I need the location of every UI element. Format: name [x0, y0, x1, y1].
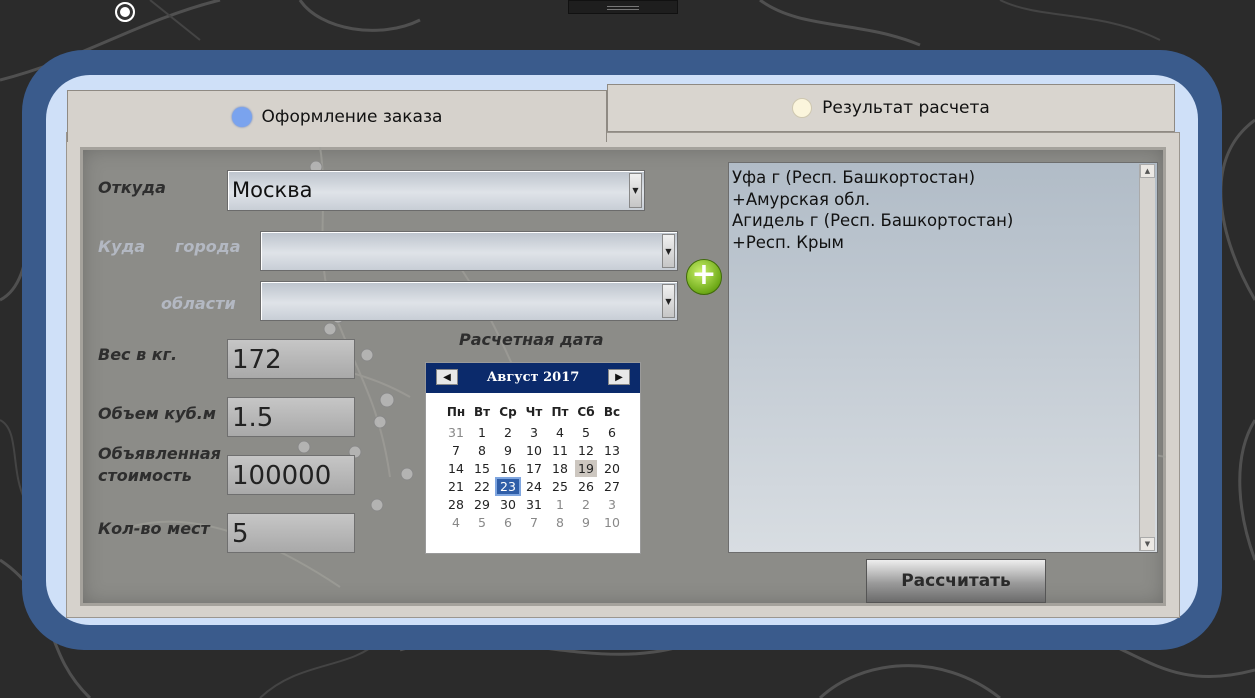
list-item[interactable]: Агидель г (Респ. Башкортостан)	[732, 210, 1137, 232]
calendar-day[interactable]: 13	[599, 441, 625, 459]
calendar-day[interactable]: 21	[443, 477, 469, 495]
calendar-day[interactable]: 16	[495, 459, 521, 477]
tab-result[interactable]: Результат расчета	[607, 84, 1175, 132]
list-scrollbar[interactable]: ▲ ▼	[1139, 164, 1155, 551]
weight-input[interactable]: 172	[227, 339, 355, 379]
calendar-day[interactable]: 2	[495, 423, 521, 441]
tab-result-label: Результат расчета	[822, 98, 990, 118]
declared-value-label-line1: Объявленная	[98, 444, 221, 463]
list-item[interactable]: +Амурская обл.	[732, 189, 1137, 211]
from-select[interactable]: Москва ▼	[227, 170, 645, 211]
calendar-day[interactable]: 8	[469, 441, 495, 459]
weekday-header: Чт	[525, 405, 543, 419]
chevron-down-icon[interactable]: ▼	[629, 173, 642, 208]
calendar-day[interactable]: 25	[547, 477, 573, 495]
calendar-day[interactable]: 18	[547, 459, 573, 477]
weekday-header: Пн	[446, 405, 466, 419]
calc-date-label: Расчетная дата	[459, 330, 604, 349]
calendar-day[interactable]: 27	[599, 477, 625, 495]
tab-order[interactable]: Оформление заказа	[67, 90, 607, 142]
volume-label: Объем куб.м	[98, 404, 216, 423]
calendar-day[interactable]: 20	[599, 459, 625, 477]
drag-handle[interactable]	[568, 0, 678, 14]
next-month-button[interactable]: ▶	[608, 369, 630, 385]
calendar-day[interactable]: 14	[443, 459, 469, 477]
calendar-day[interactable]: 1	[547, 495, 573, 513]
from-label: Откуда	[98, 178, 166, 197]
location-radio-icon[interactable]	[115, 2, 135, 22]
calendar-day[interactable]: 6	[599, 423, 625, 441]
calendar-day[interactable]: 4	[547, 423, 573, 441]
calendar-day[interactable]: 4	[443, 513, 469, 531]
tab-order-label: Оформление заказа	[261, 106, 443, 127]
calendar-day[interactable]: 17	[521, 459, 547, 477]
calendar-day[interactable]: 30	[495, 495, 521, 513]
calendar-day[interactable]: 31	[443, 423, 469, 441]
date-calendar[interactable]: ◀ Август 2017 ▶ Пн Вт Ср Чт Пт Сб Вс 31 …	[425, 362, 641, 554]
list-item[interactable]: +Респ. Крым	[732, 232, 1137, 254]
calendar-day[interactable]: 11	[547, 441, 573, 459]
places-input[interactable]: 5	[227, 513, 355, 553]
calculate-button[interactable]: Рассчитать	[866, 559, 1046, 603]
to-label: Куда	[98, 237, 146, 256]
calendar-grid: Пн Вт Ср Чт Пт Сб Вс 31 1 2 3 4 5 6 7 8	[443, 401, 625, 531]
calendar-day[interactable]: 12	[573, 441, 599, 459]
calendar-day[interactable]: 15	[469, 459, 495, 477]
list-item[interactable]: Уфа г (Респ. Башкортостан)	[732, 167, 1137, 189]
from-select-value: Москва	[232, 178, 313, 202]
declared-value-input[interactable]: 100000	[227, 455, 355, 495]
calendar-day[interactable]: 9	[495, 441, 521, 459]
result-items: Уфа г (Респ. Башкортостан) +Амурская обл…	[732, 167, 1137, 253]
calendar-day[interactable]: 24	[521, 477, 547, 495]
chevron-down-icon[interactable]: ▼	[662, 234, 675, 268]
arrow-right-icon: ▶	[615, 371, 623, 383]
weekday-header: Вс	[603, 405, 621, 419]
calendar-day[interactable]: 29	[469, 495, 495, 513]
calendar-day[interactable]: 26	[573, 477, 599, 495]
calendar-header: ◀ Август 2017 ▶	[426, 363, 640, 393]
calendar-day[interactable]: 31	[521, 495, 547, 513]
calendar-day[interactable]: 5	[573, 423, 599, 441]
places-label: Кол-во мест	[98, 519, 210, 538]
cities-label: города	[175, 237, 241, 256]
weekday-header: Сб	[577, 405, 595, 419]
volume-input[interactable]: 1.5	[227, 397, 355, 437]
weekday-header: Вт	[473, 405, 491, 419]
calendar-day[interactable]: 10	[521, 441, 547, 459]
weekday-header: Пт	[551, 405, 569, 419]
declared-value-label-line2: стоимость	[98, 466, 192, 485]
calendar-day[interactable]: 28	[443, 495, 469, 513]
scroll-down-icon[interactable]: ▼	[1140, 537, 1155, 551]
regions-select[interactable]: ▼	[260, 281, 678, 321]
calendar-day[interactable]: 6	[495, 513, 521, 531]
add-destination-button[interactable]: +	[686, 259, 722, 295]
calendar-day[interactable]: 9	[573, 513, 599, 531]
calendar-day[interactable]: 8	[547, 513, 573, 531]
calendar-day[interactable]: 22	[469, 477, 495, 495]
calendar-day-selected[interactable]: 23	[495, 476, 521, 496]
calendar-day[interactable]: 1	[469, 423, 495, 441]
active-dot-icon	[231, 106, 252, 127]
scroll-up-icon[interactable]: ▲	[1140, 164, 1155, 178]
chevron-down-icon[interactable]: ▼	[662, 284, 675, 318]
calendar-day[interactable]: 5	[469, 513, 495, 531]
calendar-day[interactable]: 10	[599, 513, 625, 531]
calendar-day[interactable]: 7	[521, 513, 547, 531]
calendar-day[interactable]: 3	[599, 495, 625, 513]
cities-select[interactable]: ▼	[260, 231, 678, 271]
calendar-day[interactable]: 3	[521, 423, 547, 441]
inactive-dot-icon	[792, 98, 813, 118]
calendar-day[interactable]: 7	[443, 441, 469, 459]
regions-label: области	[161, 294, 236, 313]
calendar-day[interactable]: 2	[573, 495, 599, 513]
weekday-header: Ср	[499, 405, 517, 419]
weight-label: Вес в кг.	[98, 345, 178, 364]
result-listbox[interactable]: Уфа г (Респ. Башкортостан) +Амурская обл…	[728, 162, 1158, 553]
calendar-day-today[interactable]: 19	[573, 459, 599, 477]
